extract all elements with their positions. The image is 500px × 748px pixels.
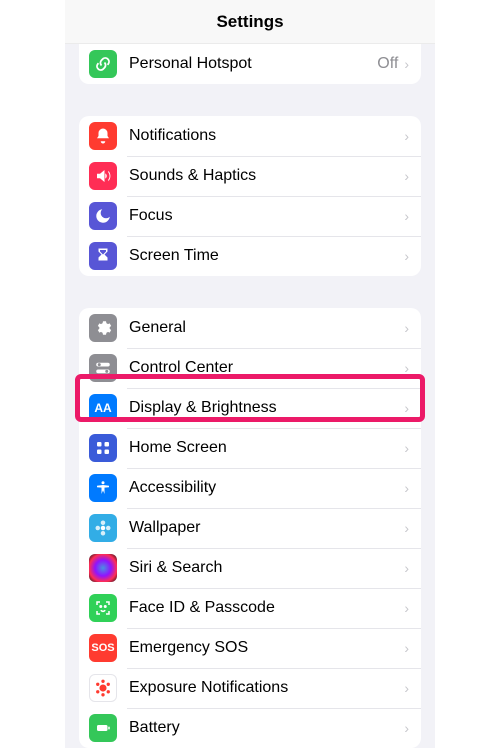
row-label: Display & Brightness [129, 399, 404, 417]
row-siri-search[interactable]: Siri & Search › [79, 548, 421, 588]
chevron-right-icon: › [404, 600, 409, 616]
hourglass-icon [89, 242, 117, 270]
row-exposure-notifications[interactable]: Exposure Notifications › [79, 668, 421, 708]
chevron-right-icon: › [404, 320, 409, 336]
chevron-right-icon: › [404, 720, 409, 736]
row-accessibility[interactable]: Accessibility › [79, 468, 421, 508]
chevron-right-icon: › [404, 400, 409, 416]
settings-group-notifications: Notifications › Sounds & Haptics › Focus… [79, 116, 421, 276]
row-notifications[interactable]: Notifications › [79, 116, 421, 156]
chevron-right-icon: › [404, 208, 409, 224]
row-label: Accessibility [129, 479, 404, 497]
chevron-right-icon: › [404, 640, 409, 656]
settings-group-connectivity: Personal Hotspot Off › [79, 44, 421, 84]
faceid-icon [89, 594, 117, 622]
switch-icon [89, 354, 117, 382]
row-display-brightness[interactable]: AA Display & Brightness › [79, 388, 421, 428]
row-label: Screen Time [129, 247, 404, 265]
gear-icon [89, 314, 117, 342]
sos-icon: SOS [89, 634, 117, 662]
speaker-icon [89, 162, 117, 190]
row-label: Exposure Notifications [129, 679, 404, 697]
page-title: Settings [216, 12, 283, 32]
chevron-right-icon: › [404, 56, 409, 72]
chevron-right-icon: › [404, 248, 409, 264]
row-label: Wallpaper [129, 519, 404, 537]
row-label: Personal Hotspot [129, 55, 377, 73]
chevron-right-icon: › [404, 440, 409, 456]
row-home-screen[interactable]: Home Screen › [79, 428, 421, 468]
chevron-right-icon: › [404, 360, 409, 376]
chevron-right-icon: › [404, 680, 409, 696]
row-value: Off [377, 55, 398, 73]
row-label: Notifications [129, 127, 404, 145]
row-label: General [129, 319, 404, 337]
row-label: Sounds & Haptics [129, 167, 404, 185]
row-general[interactable]: General › [79, 308, 421, 348]
aa-icon: AA [89, 394, 117, 422]
row-focus[interactable]: Focus › [79, 196, 421, 236]
battery-icon [89, 714, 117, 742]
row-label: Face ID & Passcode [129, 599, 404, 617]
accessibility-icon [89, 474, 117, 502]
chevron-right-icon: › [404, 168, 409, 184]
link-icon [89, 50, 117, 78]
row-label: Focus [129, 207, 404, 225]
row-battery[interactable]: Battery › [79, 708, 421, 748]
row-label: Emergency SOS [129, 639, 404, 657]
row-faceid-passcode[interactable]: Face ID & Passcode › [79, 588, 421, 628]
exposure-icon [89, 674, 117, 702]
flower-icon [89, 514, 117, 542]
moon-icon [89, 202, 117, 230]
siri-icon [89, 554, 117, 582]
row-personal-hotspot[interactable]: Personal Hotspot Off › [79, 44, 421, 84]
row-label: Battery [129, 719, 404, 737]
settings-group-general: General › Control Center › AA Display & … [79, 308, 421, 748]
row-label: Siri & Search [129, 559, 404, 577]
row-wallpaper[interactable]: Wallpaper › [79, 508, 421, 548]
chevron-right-icon: › [404, 480, 409, 496]
chevron-right-icon: › [404, 560, 409, 576]
grid-icon [89, 434, 117, 462]
chevron-right-icon: › [404, 128, 409, 144]
row-label: Home Screen [129, 439, 404, 457]
row-sounds-haptics[interactable]: Sounds & Haptics › [79, 156, 421, 196]
row-control-center[interactable]: Control Center › [79, 348, 421, 388]
row-screen-time[interactable]: Screen Time › [79, 236, 421, 276]
row-label: Control Center [129, 359, 404, 377]
row-emergency-sos[interactable]: SOS Emergency SOS › [79, 628, 421, 668]
bell-icon [89, 122, 117, 150]
chevron-right-icon: › [404, 520, 409, 536]
header: Settings [65, 0, 435, 44]
